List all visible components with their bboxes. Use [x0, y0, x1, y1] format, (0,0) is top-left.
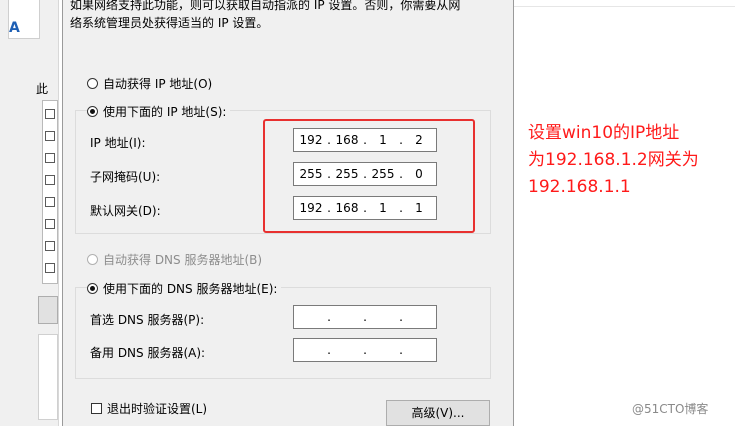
ip-address-label: IP 地址(I):: [90, 136, 146, 150]
background-list-checkbox[interactable]: [45, 241, 55, 251]
annotation-line: 192.168.1.1: [528, 177, 631, 197]
background-list-checkbox[interactable]: [45, 153, 55, 163]
ip-dot: .: [399, 343, 403, 357]
preferred-dns-label: 首选 DNS 服务器(P):: [90, 313, 205, 327]
radio-obtain-dns-automatically: 自动获得 DNS 服务器地址(B): [87, 251, 262, 268]
ip-dot: .: [327, 343, 331, 357]
ip-dot: .: [363, 343, 367, 357]
radio-button-checked[interactable]: [87, 106, 98, 117]
screenshot-margin: [514, 0, 735, 426]
alternate-dns-label: 备用 DNS 服务器(A):: [90, 346, 206, 360]
background-list-checkbox[interactable]: [45, 197, 55, 207]
alternate-dns-field[interactable]: . . .: [293, 338, 437, 362]
radio-label: 使用下面的 IP 地址(S):: [103, 105, 227, 119]
radio-button-checked[interactable]: [87, 283, 98, 294]
checkbox-label: 退出时验证设置(L): [107, 402, 208, 416]
ip-dot: .: [399, 310, 403, 324]
preferred-dns-field[interactable]: . . .: [293, 305, 437, 329]
background-button[interactable]: [38, 296, 58, 324]
ip-dot: .: [363, 310, 367, 324]
dns-server-group: [75, 287, 491, 379]
radio-use-following-ip[interactable]: 使用下面的 IP 地址(S):: [87, 103, 231, 120]
background-window: A 此: [0, 0, 59, 426]
background-list-checkbox[interactable]: [45, 263, 55, 273]
annotation-line: 为192.168.1.2网关为: [528, 150, 699, 170]
watermark: @51CTO博客: [632, 402, 709, 416]
background-list-checkbox[interactable]: [45, 219, 55, 229]
annotation-highlight-box: [263, 119, 475, 233]
background-list-checkbox[interactable]: [45, 109, 55, 119]
background-panel: [38, 334, 58, 420]
description-line: 络系统管理员处获得适当的 IP 设置。: [70, 16, 269, 30]
radio-obtain-ip-automatically[interactable]: 自动获得 IP 地址(O): [87, 75, 212, 92]
dialog-description: 如果网络支持此功能，则可以获取自动指派的 IP 设置。否则，你需要从网 络系统管…: [70, 0, 490, 32]
radio-label: 自动获得 DNS 服务器地址(B): [103, 253, 263, 267]
description-line: 如果网络支持此功能，则可以获取自动指派的 IP 设置。否则，你需要从网: [70, 0, 461, 12]
radio-label: 自动获得 IP 地址(O): [103, 77, 213, 91]
default-gateway-label: 默认网关(D):: [90, 204, 161, 218]
radio-use-following-dns[interactable]: 使用下面的 DNS 服务器地址(E):: [87, 280, 282, 297]
background-checkbox-list: [42, 100, 58, 284]
radio-button-disabled: [87, 254, 98, 265]
background-list-checkbox[interactable]: [45, 175, 55, 185]
subnet-mask-label: 子网掩码(U):: [90, 170, 161, 184]
background-label-fragment: 此: [36, 82, 49, 96]
annotation-text: 设置win10的IP地址 为192.168.1.2网关为 192.168.1.1: [528, 120, 733, 201]
margin-divider: [514, 6, 735, 7]
validate-settings-checkbox[interactable]: 退出时验证设置(L): [91, 400, 207, 417]
advanced-button[interactable]: 高级(V)...: [386, 400, 490, 426]
checkbox-box[interactable]: [91, 403, 102, 414]
radio-label: 使用下面的 DNS 服务器地址(E):: [103, 282, 278, 296]
background-accent-letter: A: [9, 20, 20, 36]
radio-button[interactable]: [87, 78, 98, 89]
annotation-line: 设置win10的IP地址: [528, 123, 680, 143]
ip-dot: .: [327, 310, 331, 324]
background-list-checkbox[interactable]: [45, 131, 55, 141]
